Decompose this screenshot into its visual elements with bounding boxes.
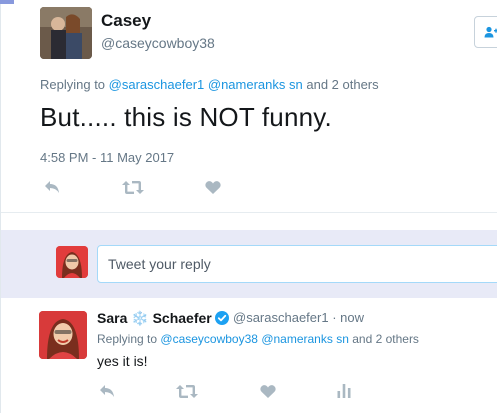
- replying-to-label: Replying to: [97, 332, 158, 346]
- mention-link[interactable]: @nameranks sn: [208, 77, 303, 92]
- others-label[interactable]: and 2 others: [352, 332, 419, 346]
- reply-icon: [45, 181, 59, 193]
- reply-author-last-name: Schaefer: [152, 310, 212, 326]
- tweet-text: But..... this is NOT funny.: [40, 102, 332, 132]
- current-user-avatar: [56, 246, 88, 278]
- top-accent-bar: [0, 0, 14, 4]
- reply-author-name[interactable]: Sara ❄️ Schaefer: [97, 310, 212, 327]
- analytics-button[interactable]: [337, 383, 351, 398]
- verified-badge-icon: [215, 311, 229, 325]
- reply-author-handle[interactable]: @saraschaefer1: [233, 310, 329, 325]
- meta-separator: ·: [332, 310, 337, 325]
- reply-icon: [100, 385, 114, 397]
- divider: [1, 212, 497, 213]
- snowflake-emoji: ❄️: [131, 310, 149, 326]
- like-button[interactable]: [260, 384, 276, 399]
- reply-button[interactable]: [99, 384, 115, 398]
- retweet-button[interactable]: [176, 384, 198, 399]
- tweet-detail-page: Casey @caseycowboy38 Replying to @sarasc…: [0, 0, 497, 413]
- author-handle[interactable]: @caseycowboy38: [101, 35, 215, 51]
- reply-author-avatar[interactable]: [39, 311, 87, 359]
- mention-link[interactable]: @nameranks sn: [261, 332, 349, 346]
- analytics-icon: [337, 384, 351, 398]
- reply-button[interactable]: [44, 180, 60, 194]
- replying-to-line: Replying to @saraschaefer1 @nameranks sn…: [40, 77, 379, 92]
- retweet-button[interactable]: [122, 180, 144, 195]
- heart-icon: [260, 385, 276, 398]
- follow-button[interactable]: [474, 16, 497, 48]
- heart-icon: [205, 181, 221, 194]
- retweet-icon: [122, 181, 144, 194]
- mention-link[interactable]: @caseycowboy38: [160, 332, 258, 346]
- reply-tweet-text: yes it is!: [97, 353, 148, 369]
- others-label[interactable]: and 2 others: [306, 77, 378, 92]
- tweet-timestamp[interactable]: 4:58 PM - 11 May 2017: [40, 150, 174, 165]
- reply-replying-to-line: Replying to @caseycowboy38 @nameranks sn…: [97, 332, 419, 346]
- like-button[interactable]: [205, 180, 221, 195]
- retweet-icon: [176, 385, 198, 398]
- mention-link[interactable]: @saraschaefer1: [109, 77, 205, 92]
- replying-to-label: Replying to: [40, 77, 106, 92]
- reply-time[interactable]: now: [340, 310, 364, 325]
- reply-author-first-name: Sara: [97, 310, 128, 326]
- left-border: [0, 0, 1, 413]
- follow-user-icon: [484, 26, 497, 38]
- reply-input[interactable]: [97, 245, 497, 283]
- reply-author-meta: @saraschaefer1 · now: [233, 310, 364, 325]
- avatar[interactable]: [40, 7, 92, 59]
- author-display-name[interactable]: Casey: [101, 11, 151, 31]
